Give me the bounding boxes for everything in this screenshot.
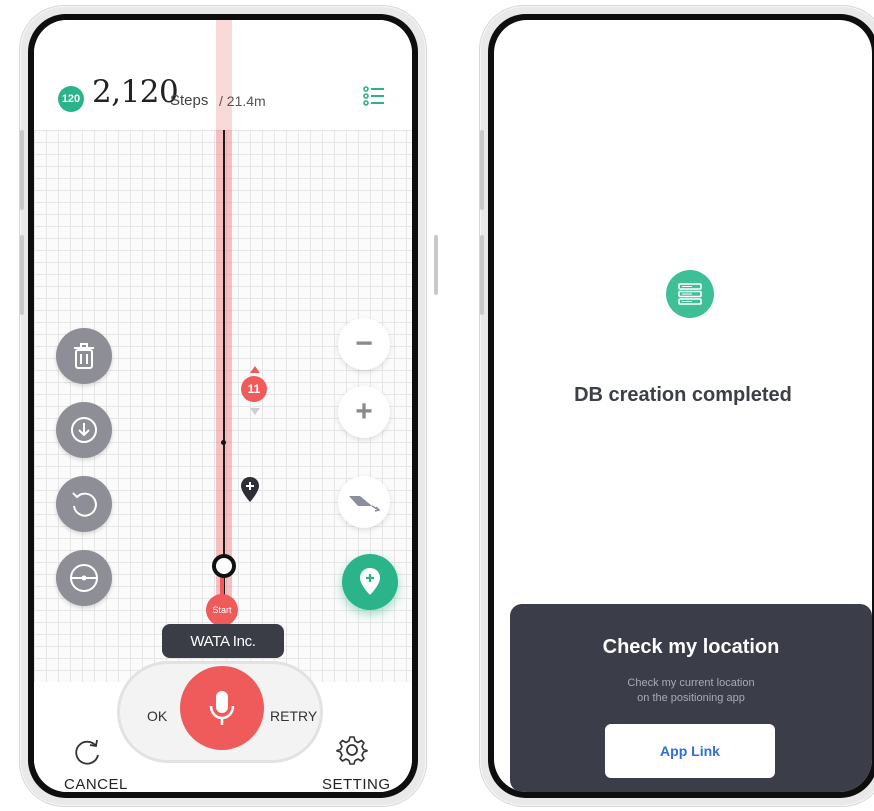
route-line: [223, 130, 225, 600]
compass-icon: [70, 564, 98, 592]
left-phone-side-key: [20, 130, 24, 210]
start-marker: Start: [206, 594, 238, 626]
list-icon[interactable]: [362, 84, 386, 108]
db-status-title: DB creation completed: [574, 384, 792, 406]
step-badge: 120: [58, 86, 84, 112]
setting-button[interactable]: SETTING: [322, 776, 391, 792]
left-phone-screen: 120 2,120 Steps / 21.4m − + 11 Start WAT…: [34, 20, 412, 792]
check-location-card: Check my location Check my current locat…: [510, 604, 872, 792]
delete-button[interactable]: [56, 328, 112, 384]
cancel-refresh-icon[interactable]: [72, 736, 102, 766]
left-phone-power-key: [434, 235, 438, 295]
app-link-button[interactable]: App Link: [605, 724, 775, 778]
route-band-top: [216, 20, 232, 130]
right-phone-side-key: [480, 235, 484, 315]
direction-button[interactable]: [338, 476, 390, 528]
right-phone-side-key: [480, 130, 484, 210]
card-description: Check my current location on the positio…: [627, 677, 755, 704]
database-icon: [666, 270, 714, 318]
company-label: WATA Inc.: [162, 624, 284, 658]
route-point: [221, 440, 226, 445]
add-location-button[interactable]: [342, 554, 398, 610]
rotate-ccw-icon: [72, 492, 97, 517]
retry-button[interactable]: RETRY: [270, 708, 317, 724]
microphone-button[interactable]: [180, 666, 264, 750]
left-phone-bezel: 120 2,120 Steps / 21.4m − + 11 Start WAT…: [28, 14, 418, 798]
left-phone-frame: 120 2,120 Steps / 21.4m − + 11 Start WAT…: [20, 6, 426, 806]
undo-button[interactable]: [56, 476, 112, 532]
ok-button[interactable]: OK: [147, 708, 167, 724]
right-phone-frame: DB creation completed Check my location …: [480, 6, 874, 806]
add-location-icon: [360, 568, 380, 595]
right-phone-screen: DB creation completed Check my location …: [494, 20, 872, 792]
compass-button[interactable]: [56, 550, 112, 606]
left-phone-side-key: [20, 235, 24, 315]
gear-icon[interactable]: [336, 734, 368, 766]
direction-arrow-icon: [349, 496, 381, 512]
download-icon: [71, 417, 97, 443]
card-title: Check my location: [602, 636, 780, 658]
cancel-button[interactable]: CANCEL: [64, 776, 128, 792]
server-stack-icon: [678, 283, 702, 305]
marker-down-arrow-icon[interactable]: [250, 408, 260, 415]
microphone-icon: [209, 691, 235, 725]
current-position-marker: [212, 554, 236, 578]
trash-icon: [74, 343, 94, 369]
step-count: 2,120: [92, 74, 179, 110]
marker-up-arrow-icon[interactable]: [250, 366, 260, 373]
point-marker[interactable]: 11: [241, 376, 267, 402]
right-phone-bezel: DB creation completed Check my location …: [488, 14, 874, 798]
distance-value: / 21.4m: [219, 93, 266, 109]
zoom-in-button[interactable]: +: [338, 386, 390, 438]
step-unit: Steps: [170, 92, 209, 109]
location-pin-icon[interactable]: [239, 476, 261, 504]
zoom-out-button[interactable]: −: [338, 318, 390, 370]
download-button[interactable]: [56, 402, 112, 458]
